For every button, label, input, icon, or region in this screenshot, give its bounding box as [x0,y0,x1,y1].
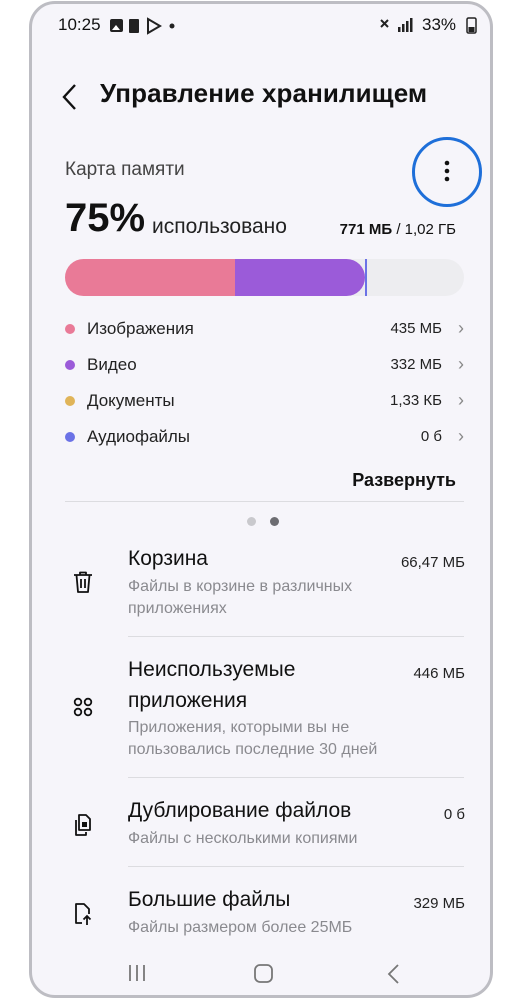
battery-icon [466,17,477,34]
item-title: Большие файлы [128,888,291,911]
trash-icon [74,571,92,593]
item-description: Приложения, которыми вы не пользовались … [128,719,378,758]
usage-label: использовано [152,215,287,238]
status-notification-icons [110,17,175,35]
bar-segment-audio [365,259,368,296]
item-description: Файлы размером более 25МБ [128,919,353,936]
category-value: 0 б [420,428,442,445]
category-label: Видео [87,355,137,374]
large-file-icon [75,903,92,925]
list-divider [128,636,464,637]
more-options-button[interactable] [412,137,482,207]
category-row-images[interactable]: Изображения 435 МБ › [65,318,464,342]
list-item-duplicate-files[interactable]: Дублирование файлов Файлы с несколькими … [32,790,490,856]
used-size: 771 МБ [339,221,393,238]
item-value: 446 МБ [413,665,465,682]
category-label: Аудиофайлы [87,427,191,446]
item-title: Неиспользуемые приложения [128,658,296,712]
home-icon[interactable] [253,963,275,985]
chevron-right-icon: › [458,390,464,410]
page-indicator-dot-active[interactable] [270,517,279,526]
list-divider [128,777,464,778]
category-value: 1,33 КБ [390,392,442,409]
usage-percent: 75% [65,196,146,240]
item-title: Корзина [128,547,208,570]
item-value: 66,47 МБ [400,554,465,571]
status-signal-icons [380,18,413,32]
list-item-unused-apps[interactable]: Неиспользуемые приложения Приложения, ко… [32,649,490,764]
status-battery-text: 33% [422,15,457,34]
status-time: 10:25 [58,15,101,34]
usage-size: 771 МБ / 1,02 ГБ [340,221,456,238]
duplicate-files-icon [75,814,91,836]
item-description: Файлы с несколькими копиями [128,830,358,847]
category-dot [65,324,75,334]
back-arrow-icon[interactable] [60,82,80,112]
more-vertical-icon [444,160,450,182]
total-size: 1,02 ГБ [404,221,456,238]
category-dot [65,360,75,370]
category-row-documents[interactable]: Документы 1,33 КБ › [65,390,464,414]
chevron-right-icon: › [458,354,464,374]
category-value: 332 МБ [390,356,442,373]
category-dot [65,396,75,406]
apps-icon [73,697,93,717]
item-description: Файлы в корзине в различных приложениях [128,578,353,617]
list-item-trash[interactable]: Корзина Файлы в корзине в различных прил… [32,539,490,631]
section-divider [65,501,464,502]
chevron-right-icon: › [458,426,464,446]
list-divider [128,866,464,867]
storage-usage-bar [65,259,464,296]
item-value: 0 б [443,806,465,823]
category-row-audio[interactable]: Аудиофайлы 0 б › [65,426,464,450]
back-icon[interactable] [386,963,402,985]
list-item-large-files[interactable]: Большие файлы Файлы размером более 25МБ … [32,879,490,945]
item-title: Дублирование файлов [128,799,352,822]
category-row-video[interactable]: Видео 332 МБ › [65,354,464,378]
storage-label: Карта памяти [65,159,185,180]
category-label: Изображения [87,319,194,338]
size-separator: / [392,221,405,238]
bar-segment-video [235,259,366,296]
page-title: Управление хранилищем [100,78,428,108]
recents-icon[interactable] [126,963,148,983]
category-value: 435 МБ [390,320,442,337]
item-value: 329 МБ [413,895,465,912]
chevron-right-icon: › [458,318,464,338]
page-indicator-dot[interactable] [247,517,256,526]
category-label: Документы [87,391,175,410]
expand-button[interactable]: Развернуть [352,470,456,491]
bar-segment-images [65,259,236,296]
category-dot [65,432,75,442]
phone-frame: 10:25 33% Управление хранилищем Карта па… [29,1,493,998]
